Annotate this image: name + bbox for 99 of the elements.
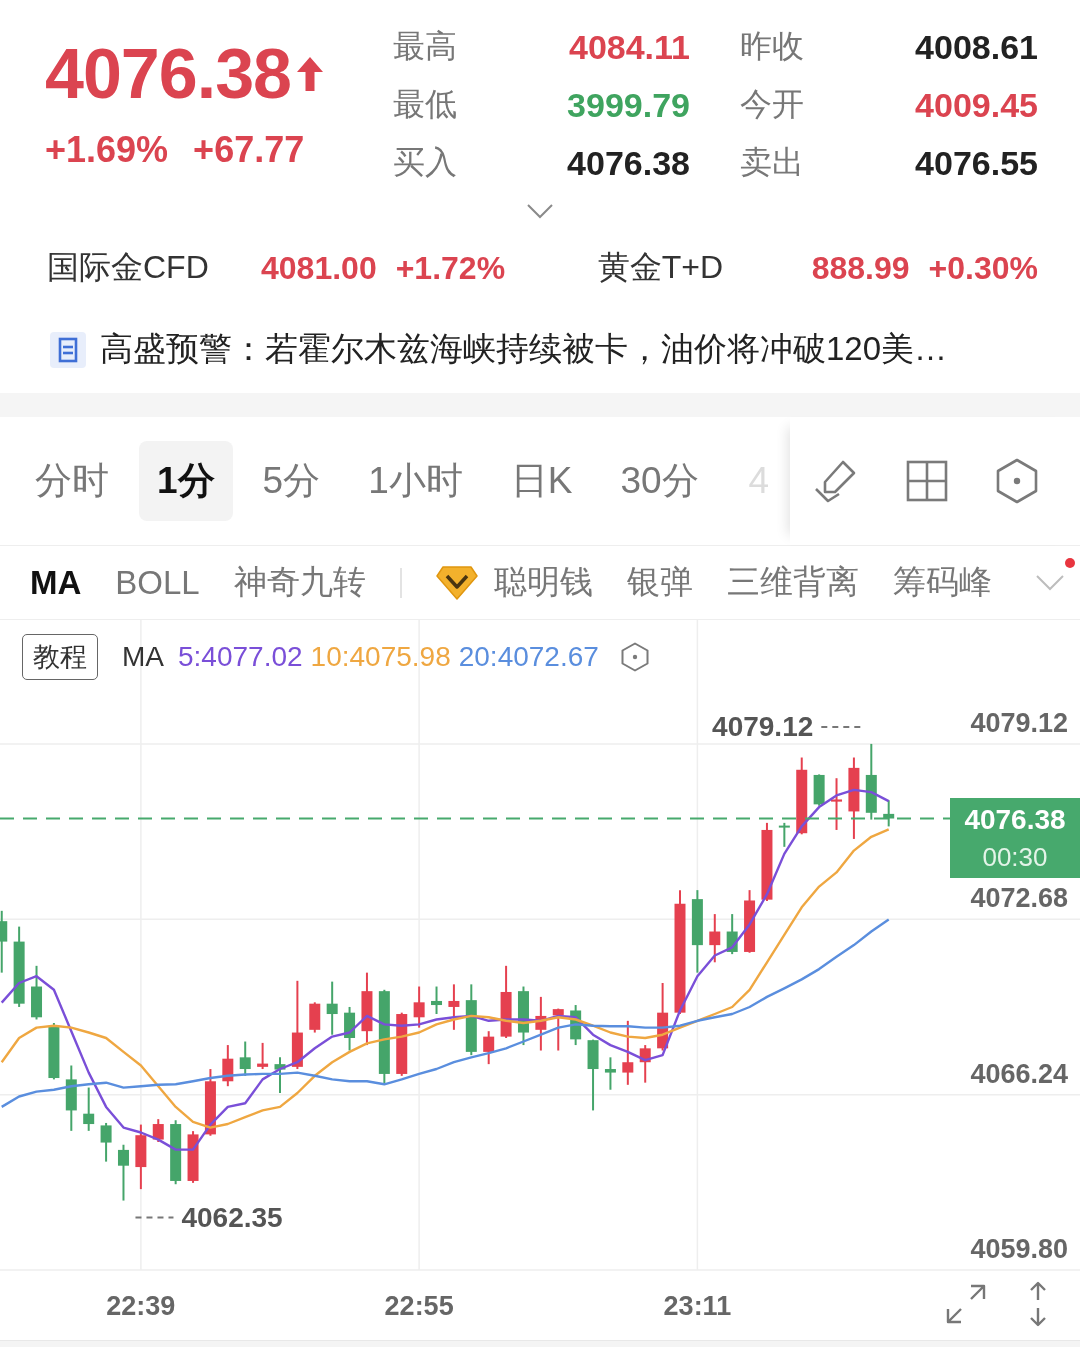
candlestick [778, 821, 790, 848]
candlestick [622, 1019, 634, 1086]
stat-value: 4009.45 [915, 85, 1038, 125]
stat-value: 4076.38 [567, 143, 690, 183]
stat-label: 今开 [740, 85, 804, 124]
ma-label: MA [122, 641, 164, 673]
candlestick [65, 1064, 77, 1132]
stat-label: 卖出 [740, 143, 804, 182]
candlestick [639, 1044, 651, 1084]
candlestick [657, 982, 669, 1052]
change-percent: +1.69% [45, 128, 169, 172]
stat-value: 3999.79 [567, 85, 690, 125]
stat-label: 昨收 [740, 27, 804, 66]
candlestick [344, 1005, 356, 1052]
document-icon [50, 331, 86, 368]
candlestick [135, 1123, 147, 1191]
high-price-label: 4079.12 [712, 711, 814, 743]
candlestick [187, 1130, 199, 1184]
candlestick [100, 1121, 112, 1163]
period-tab[interactable]: 分时 [17, 441, 127, 521]
candlestick [726, 913, 738, 956]
instrument-change: +0.30% [928, 249, 1038, 287]
candlestick [222, 1044, 234, 1088]
stat-value: 4076.55 [915, 143, 1038, 183]
change-amount: +67.77 [193, 128, 305, 172]
x-axis-label: 22:55 [384, 1291, 454, 1321]
hexagon-icon[interactable] [620, 642, 649, 672]
candlestick [744, 889, 756, 954]
candlestick [604, 1056, 616, 1091]
candlestick [0, 909, 8, 974]
period-tab[interactable]: 30分 [602, 441, 717, 521]
candlestick [83, 1086, 95, 1132]
legend-entry: 20:4072.67 [458, 641, 599, 673]
instrument-change: +1.72% [395, 249, 506, 287]
indicator-tab[interactable]: 神奇九转 [233, 560, 366, 605]
indicator-tab[interactable]: 银弹 [626, 560, 693, 605]
candlestick [309, 1001, 321, 1034]
legend-entry: 5:4077.02 [178, 641, 303, 673]
candlestick [170, 1119, 182, 1186]
candlestick [535, 995, 547, 1052]
instrument-name[interactable]: 黄金T+D [597, 246, 724, 290]
candlestick [883, 799, 895, 828]
period-tab[interactable]: 日K [492, 441, 591, 521]
period-tab[interactable]: 1小时 [350, 441, 481, 521]
chevron-down-icon[interactable] [526, 203, 554, 219]
y-axis-label: 4072.68 [970, 883, 1068, 914]
candlestick [448, 983, 460, 1031]
last-price: 4076.38 [45, 36, 292, 112]
indicator-tab[interactable]: 聪明钱 [435, 560, 593, 605]
stat-value: 4008.61 [915, 27, 1038, 67]
expand-icon[interactable] [944, 1282, 988, 1326]
indicator-tab[interactable]: 筹码峰 [892, 560, 992, 605]
candlestick [396, 1011, 408, 1077]
stat-label: 买入 [393, 143, 457, 182]
instrument-price: 888.99 [811, 249, 910, 287]
candlestick [274, 1056, 286, 1094]
leader-line [134, 1216, 175, 1219]
candlestick [118, 1143, 129, 1202]
x-axis-label: 22:39 [106, 1291, 176, 1321]
hexagon-icon[interactable] [996, 458, 1038, 504]
period-tab[interactable]: 1分 [139, 441, 233, 521]
stat-label: 最低 [393, 85, 457, 124]
candlestick [48, 1022, 60, 1081]
y-axis-label: 4066.24 [970, 1058, 1068, 1089]
legend-entry: 10:4075.98 [310, 641, 451, 673]
candlestick [552, 1007, 564, 1052]
candlestick [257, 1041, 269, 1071]
period-tab[interactable]: 5分 [244, 441, 339, 521]
countdown-label: 00:30 [982, 840, 1048, 874]
candlestick [326, 980, 338, 1036]
grid-icon[interactable] [904, 458, 950, 504]
candlestick [431, 985, 442, 1016]
instrument-name[interactable]: 国际金CFD [47, 246, 209, 290]
indicator-tab[interactable]: 三维背离 [726, 560, 859, 605]
stat-value: 4084.11 [568, 27, 690, 67]
candlestick [518, 985, 529, 1047]
news-headline[interactable]: 高盛预警：若霍尔木兹海峡持续被卡，油价将冲破120美… [100, 327, 948, 372]
candlestick [709, 913, 721, 964]
stat-label: 最高 [393, 27, 457, 66]
instrument-price: 4081.00 [261, 249, 377, 287]
low-price-label: 4062.35 [181, 1202, 283, 1234]
indicator-tab[interactable]: MA [30, 563, 82, 602]
candlestick [31, 964, 42, 1021]
pencil-icon[interactable] [812, 458, 858, 504]
tutorial-button[interactable]: 教程 [22, 634, 98, 680]
candlestick [152, 1118, 164, 1143]
leader-line [820, 725, 863, 728]
diamond-icon [435, 564, 478, 601]
last-price-label: 4076.38 [964, 802, 1066, 837]
x-axis-label: 23:11 [663, 1291, 732, 1321]
y-axis-label: 4059.80 [970, 1234, 1068, 1264]
candlestick [413, 985, 425, 1029]
candlestick [204, 1068, 216, 1137]
candlestick [813, 773, 825, 807]
indicator-tab[interactable]: BOLL [115, 563, 200, 602]
candlestick [483, 1030, 495, 1066]
candlestick [570, 1004, 582, 1047]
y-axis-label: 4079.12 [970, 707, 1068, 738]
candlestick [831, 777, 842, 831]
